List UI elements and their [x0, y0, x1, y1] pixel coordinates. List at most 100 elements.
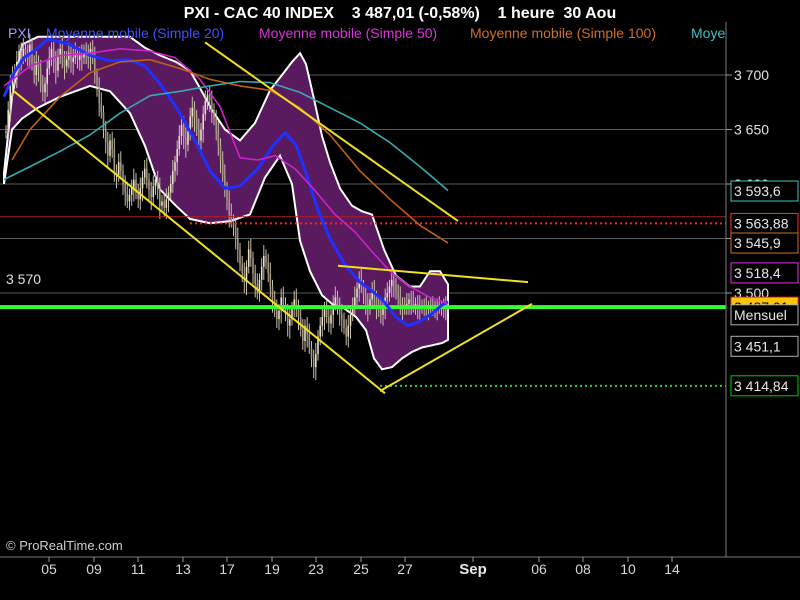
candle-body-35: [81, 55, 83, 58]
candle-body-49: [111, 140, 113, 150]
candle-body-41: [94, 57, 96, 75]
price-label-3: 3 518,4: [734, 265, 781, 281]
candle-body-141: [310, 347, 313, 359]
candle-body-150: [330, 314, 332, 324]
candle-body-89: [198, 129, 200, 141]
price-label-0: 3 593,6: [734, 183, 781, 199]
candle-body-119: [263, 255, 265, 267]
candle-body-45: [102, 112, 105, 130]
cac40-price-chart: PXI - CAC 40 INDEX 3 487,01 (-0,58%) 1 h…: [0, 0, 800, 600]
candle-body-176: [386, 293, 389, 298]
candle-body-78: [174, 162, 176, 171]
candle-body-122: [269, 273, 272, 287]
candle-body-47: [107, 142, 109, 156]
candle-body-180: [395, 284, 397, 293]
candle-body-113: [250, 249, 252, 259]
x-axis-ticks: 05 09 11 13 17 19 23 25 27 Sep 06 08 10 14: [41, 557, 680, 578]
candle-body-173: [380, 310, 382, 315]
candle-body-86: [191, 107, 194, 117]
candle-body-64: [143, 168, 146, 178]
candle-body-112: [247, 249, 250, 267]
x-tick-label-2: 11: [131, 561, 146, 577]
candle-body-2: [9, 85, 12, 110]
candle-body-73: [163, 201, 165, 208]
candle-body-70: [156, 179, 159, 189]
candle-body-107: [237, 238, 239, 250]
candle-body-24: [57, 55, 59, 71]
candle-body-19: [46, 68, 48, 84]
x-tick-label-12: 10: [620, 561, 636, 577]
candle-body-50: [113, 149, 116, 171]
candle-body-108: [239, 249, 241, 265]
candle-body-66: [148, 179, 150, 191]
candle-body-179: [393, 279, 395, 285]
x-tick-label-8: 27: [397, 561, 413, 577]
price-label-2: 3 545,9: [734, 235, 781, 251]
candle-body-97: [215, 118, 217, 132]
x-tick-label-5: 19: [264, 561, 280, 577]
candle-body-80: [178, 136, 181, 150]
x-tick-label-3: 13: [175, 561, 191, 577]
candle-body-153: [336, 297, 339, 307]
candle-body-142: [312, 358, 315, 368]
candle-body-146: [321, 317, 324, 326]
candle-body-65: [146, 168, 148, 180]
candle-body-128: [282, 297, 285, 304]
price-label-5: Mensuel: [734, 307, 787, 323]
x-tick-label-13: 14: [664, 561, 680, 577]
candle-body-26: [61, 48, 64, 58]
x-tick-label-6: 23: [308, 561, 324, 577]
candle-body-7: [20, 51, 22, 58]
candle-body-118: [260, 266, 263, 280]
candle-body-79: [176, 149, 178, 163]
candle-body-90: [200, 129, 202, 141]
price-label-7: 3 414,84: [734, 378, 789, 394]
candle-body-115: [254, 273, 256, 285]
candle-body-25: [59, 48, 61, 56]
copyright-notice: © ProRealTime.com: [6, 538, 123, 553]
candle-body-44: [100, 103, 103, 112]
candle-body-92: [204, 101, 207, 115]
candle-body-56: [126, 192, 129, 202]
x-tick-label-11: 08: [575, 561, 591, 577]
candle-body-140: [308, 334, 311, 348]
candle-body-120: [265, 255, 267, 263]
candle-body-105: [232, 221, 235, 228]
candle-body-109: [241, 264, 243, 274]
candle-body-22: [52, 48, 55, 62]
candle-body-69: [154, 179, 157, 187]
candle-body-72: [161, 201, 163, 206]
candle-body-18: [44, 83, 46, 93]
candle-body-147: [323, 308, 326, 317]
legend-sma50: Moyenne mobile (Simple 50): [259, 25, 437, 41]
legend-sma20: Moyenne mobile (Simple 20): [46, 25, 224, 41]
candle-body-59: [133, 179, 135, 189]
candle-body-84: [187, 131, 189, 145]
candle-body-58: [130, 188, 133, 195]
candle-body-21: [50, 48, 53, 58]
candle-body-31: [72, 57, 74, 62]
candle-body-53: [120, 162, 122, 171]
candle-body-161: [354, 297, 356, 307]
candle-body-103: [228, 199, 230, 215]
x-tick-label-4: 17: [219, 561, 235, 577]
candle-body-171: [375, 297, 378, 307]
candle-body-181: [397, 293, 399, 298]
candle-body-17: [42, 85, 44, 93]
candle-body-98: [217, 131, 220, 145]
candle-body-156: [343, 319, 345, 328]
candle-body-74: [165, 199, 168, 208]
candle-body-76: [169, 184, 172, 193]
x-tick-label-9: Sep: [459, 561, 487, 578]
candle-body-149: [328, 317, 330, 324]
candle-body-102: [226, 188, 228, 200]
candle-body-187: [410, 299, 412, 302]
candle-body-54: [122, 170, 124, 184]
candle-body-137: [302, 330, 304, 341]
candle-body-9: [24, 48, 27, 54]
candle-body-121: [267, 262, 269, 274]
candle-body-46: [104, 129, 107, 143]
candle-body-88: [195, 118, 198, 130]
candle-body-182: [399, 297, 402, 304]
candle-body-23: [55, 61, 57, 71]
